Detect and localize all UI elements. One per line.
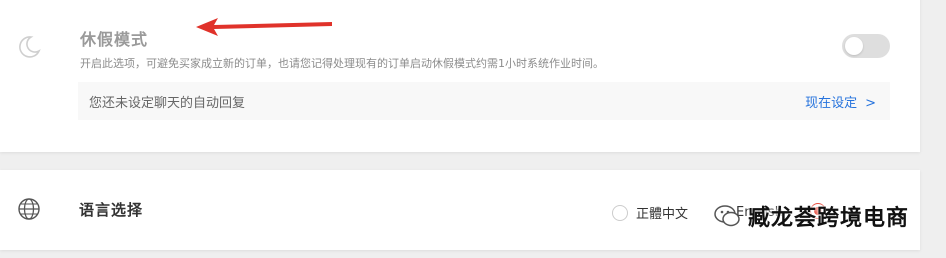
arrow-annotation-icon bbox=[196, 18, 332, 36]
chevron-right-icon: > bbox=[865, 96, 876, 111]
watermark: 臧龙荟跨境电商 bbox=[712, 198, 909, 234]
moon-icon bbox=[19, 36, 41, 58]
watermark-text: 臧龙荟跨境电商 bbox=[748, 206, 910, 231]
wechat-logo-icon bbox=[714, 205, 740, 227]
vacation-mode-card bbox=[0, 0, 920, 152]
vacation-mode-toggle[interactable] bbox=[842, 34, 890, 58]
globe-icon bbox=[18, 198, 40, 220]
radio-button[interactable] bbox=[612, 205, 628, 221]
setup-now-link[interactable]: 现在设定 > bbox=[805, 92, 876, 111]
toggle-knob bbox=[845, 37, 863, 55]
language-option-traditional-chinese[interactable]: 正體中文 bbox=[612, 203, 689, 222]
language-option-label: 正體中文 bbox=[636, 207, 689, 222]
vacation-mode-title: 休假模式 bbox=[80, 30, 149, 49]
language-selection-title: 语言选择 bbox=[79, 201, 144, 219]
auto-reply-banner: 您还未设定聊天的自动回复 现在设定 > bbox=[78, 82, 890, 120]
setup-now-label: 现在设定 bbox=[805, 96, 858, 111]
vacation-mode-description: 开启此选项，可避免买家成立新的订单，也请您记得处理现有的订单启动休假模式约需1小… bbox=[80, 57, 604, 70]
auto-reply-status: 您还未设定聊天的自动回复 bbox=[89, 96, 246, 111]
